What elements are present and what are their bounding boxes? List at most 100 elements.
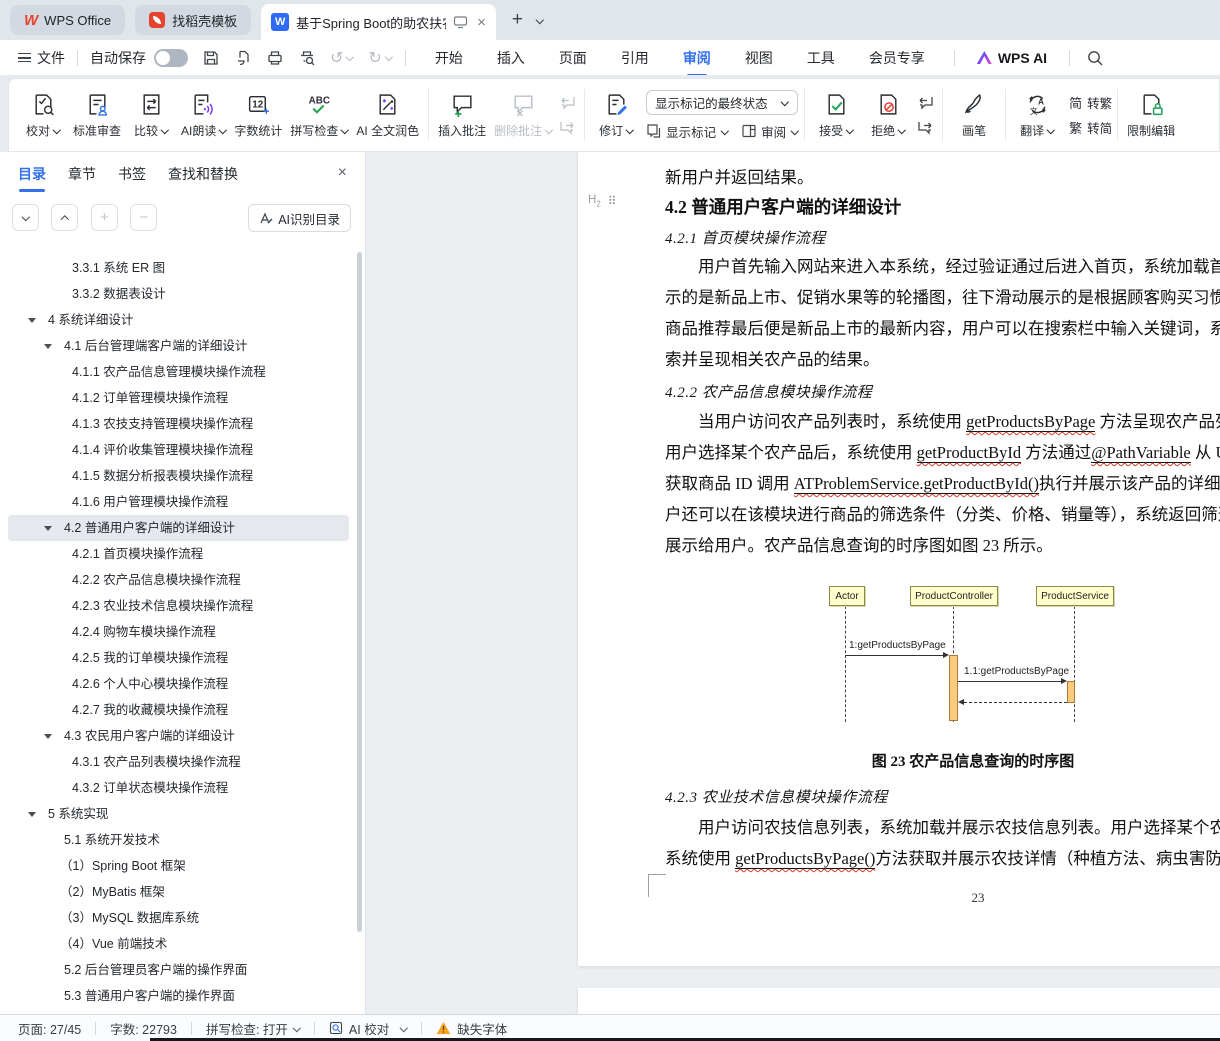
toc-item[interactable]: 4.3.2 订单状态模块操作流程 — [8, 775, 349, 801]
toc-item[interactable]: 4.1.4 评价收集管理模块操作流程 — [8, 437, 349, 463]
missing-font-warning[interactable]: 缺失字体 — [436, 1019, 507, 1038]
toc-item[interactable]: 5.1 系统开发技术 — [8, 827, 349, 853]
toc-item[interactable]: 4.1.5 数据分析报表模块操作流程 — [8, 463, 349, 489]
ai-polish-button[interactable]: AI 全文润色 — [352, 82, 423, 148]
tab-document-active[interactable]: W 基于Spring Boot的助农扶农 × — [261, 4, 496, 40]
menu-member[interactable]: 会员专享 — [869, 48, 925, 68]
menu-insert[interactable]: 插入 — [497, 48, 525, 68]
toc-item[interactable]: 5 系统实现 — [8, 801, 349, 827]
standard-review-button[interactable]: 标准审查 — [69, 82, 125, 148]
ai-recognize-toc-button[interactable]: AI识别目录 — [248, 204, 351, 232]
ink-brush-button[interactable]: 画笔 — [948, 82, 1000, 148]
toolbar-chevron-icon[interactable] — [384, 53, 393, 62]
previous-change-icon[interactable] — [917, 94, 934, 111]
next-page-edge[interactable] — [578, 988, 1220, 1014]
toc-item[interactable]: 5.3 普通用户客户端的操作界面 — [8, 983, 349, 1009]
next-heading-button[interactable] — [12, 204, 39, 231]
tab-bookmarks[interactable]: 书签 — [118, 164, 146, 184]
monitor-share-icon[interactable] — [453, 15, 468, 29]
show-markup-button[interactable]: 显示标记 — [646, 122, 729, 141]
toc-item[interactable]: 4.2.2 农产品信息模块操作流程 — [8, 567, 349, 593]
document-page[interactable]: H2⠿ 新用户并返回结果。 4.2 普通用户客户端的详细设计 4.2.1 首页模… — [578, 152, 1220, 966]
print-icon[interactable] — [266, 49, 284, 67]
toc-item[interactable]: （3）MySQL 数据库系统 — [8, 905, 349, 931]
collapse-triangle-icon[interactable] — [44, 734, 52, 739]
reject-change-button[interactable]: 拒绝 — [862, 82, 914, 148]
toc-item[interactable]: 4.3 农民用户客户端的详细设计 — [8, 723, 349, 749]
collapse-triangle-icon[interactable] — [28, 812, 36, 817]
page-indicator[interactable]: 页面: 27/45 — [18, 1019, 81, 1038]
toc-item[interactable]: 4.1.2 订单管理模块操作流程 — [8, 385, 349, 411]
toc-item[interactable]: 4.2.5 我的订单模块操作流程 — [8, 645, 349, 671]
toc-item[interactable]: 4.3.1 农产品列表模块操作流程 — [8, 749, 349, 775]
spell-check-button[interactable]: ABC 拼写检查 — [286, 82, 352, 148]
toc-item-selected[interactable]: 4.2 普通用户客户端的详细设计 — [8, 515, 349, 541]
accept-change-button[interactable]: 接受 — [810, 82, 862, 148]
menu-page[interactable]: 页面 — [559, 48, 587, 68]
ai-read-aloud-button[interactable]: AI朗读 — [177, 82, 230, 148]
toc-item[interactable]: 4.2.6 个人中心模块操作流程 — [8, 671, 349, 697]
toc-item[interactable]: 4.2.1 首页模块操作流程 — [8, 541, 349, 567]
toc-item[interactable]: 4.1 后台管理端客户端的详细设计 — [8, 333, 349, 359]
collapse-triangle-icon[interactable] — [28, 318, 36, 323]
close-sidebar-icon[interactable]: × — [338, 164, 347, 182]
tab-chapters[interactable]: 章节 — [68, 164, 96, 184]
track-changes-button[interactable]: 修订 — [590, 82, 642, 148]
restrict-editing-button[interactable]: 限制编辑 — [1123, 82, 1179, 148]
toc-item[interactable]: 4.2.3 农业技术信息模块操作流程 — [8, 593, 349, 619]
chevron-down-icon[interactable] — [399, 1024, 407, 1032]
toc-item[interactable]: （4）Vue 前端技术 — [8, 931, 349, 957]
export-icon[interactable] — [234, 49, 252, 67]
toc-item[interactable]: （2）MyBatis 框架 — [8, 879, 349, 905]
compare-button[interactable]: 比较 — [125, 82, 177, 148]
menu-tools[interactable]: 工具 — [807, 48, 835, 68]
heading-level-marker[interactable]: H2⠿ — [588, 194, 618, 208]
redo-icon[interactable]: ↻ — [368, 48, 381, 67]
word-count-indicator[interactable]: 字数: 22793 — [110, 1019, 177, 1038]
tab-docer-templates[interactable]: 找稻壳模板 — [135, 5, 251, 35]
tab-contents[interactable]: 目录 — [18, 164, 46, 184]
toc-item[interactable]: 4.1.6 用户管理模块操作流程 — [8, 489, 349, 515]
spellcheck-status[interactable]: 拼写检查: 打开 — [206, 1019, 288, 1038]
proofread-button[interactable]: 校对 — [17, 82, 69, 148]
chevron-down-icon[interactable] — [292, 1024, 300, 1032]
file-menu[interactable]: 文件 — [18, 48, 65, 68]
toc-item[interactable]: 4.2.7 我的收藏模块操作流程 — [8, 697, 349, 723]
markup-state-select[interactable]: 显示标记的最终状态 — [646, 90, 798, 115]
review-panel-button[interactable]: 审阅 — [741, 122, 799, 141]
tab-wps-office[interactable]: W WPS Office — [10, 5, 125, 35]
previous-heading-button[interactable] — [51, 204, 78, 231]
drag-handle-icon[interactable]: ⠿ — [608, 194, 618, 208]
sidebar-scrollbar[interactable] — [357, 252, 362, 932]
close-tab-icon[interactable]: × — [477, 14, 486, 31]
toc-item[interactable]: 4.2.4 购物车模块操作流程 — [8, 619, 349, 645]
collapse-triangle-icon[interactable] — [44, 526, 52, 531]
toc-item[interactable]: 3.3.2 数据表设计 — [8, 281, 349, 307]
toc-item[interactable]: 3.3.1 系统 ER 图 — [8, 255, 349, 281]
word-count-button[interactable]: 12 字数统计 — [230, 82, 286, 148]
ai-proofread-status[interactable]: AI 校对 — [329, 1019, 407, 1038]
menu-reference[interactable]: 引用 — [621, 48, 649, 68]
search-icon[interactable] — [1086, 49, 1104, 67]
undo-chevron-icon[interactable] — [345, 53, 354, 62]
menu-view[interactable]: 视图 — [745, 48, 773, 68]
insert-comment-button[interactable]: 插入批注 — [434, 82, 490, 148]
menu-home[interactable]: 开始 — [435, 48, 463, 68]
toc-item[interactable]: 5.2 后台管理员客户端的操作界面 — [8, 957, 349, 983]
new-tab-button[interactable]: + — [512, 9, 523, 31]
undo-icon[interactable]: ↺ — [330, 48, 343, 67]
wps-ai-button[interactable]: WPS AI — [977, 50, 1047, 66]
toc-item[interactable]: （1）Spring Boot 框架 — [8, 853, 349, 879]
next-change-icon[interactable] — [917, 119, 934, 136]
tab-list-chevron-icon[interactable] — [535, 16, 544, 25]
collapse-triangle-icon[interactable] — [44, 344, 52, 349]
print-preview-icon[interactable] — [298, 49, 316, 67]
menu-review-active[interactable]: 审阅 — [683, 48, 711, 68]
translate-button[interactable]: A 文 翻译 — [1011, 82, 1063, 148]
toc-item[interactable]: 4.1.1 农产品信息管理模块操作流程 — [8, 359, 349, 385]
toc-item[interactable]: 4.1.3 农技支持管理模块操作流程 — [8, 411, 349, 437]
to-simplified-button[interactable]: 繁转简 — [1069, 118, 1112, 137]
to-traditional-button[interactable]: 简转繁 — [1069, 93, 1112, 112]
autosave-toggle[interactable] — [154, 49, 188, 67]
tab-find-replace[interactable]: 查找和替换 — [168, 164, 238, 184]
